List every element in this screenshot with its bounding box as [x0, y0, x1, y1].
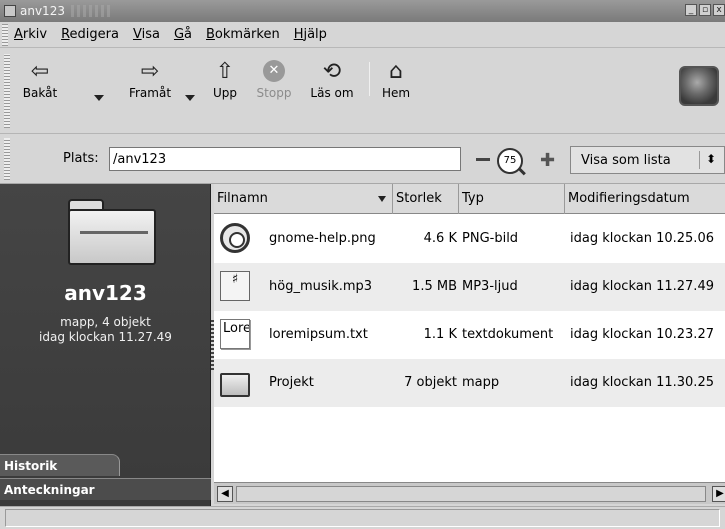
- select-arrows-icon: ⬍: [705, 152, 716, 166]
- up-button[interactable]: ⇧ Upp: [207, 56, 243, 101]
- back-arrow-icon: ⇦: [30, 58, 50, 84]
- file-name: gnome-help.png: [269, 231, 376, 246]
- forward-button[interactable]: ⇨ Framåt: [118, 56, 182, 101]
- file-modified: idag klockan 10.25.06: [570, 231, 714, 246]
- file-row[interactable]: Projekt 7 objekt mapp idag klockan 11.30…: [214, 359, 725, 407]
- file-modified: idag klockan 11.30.25: [570, 375, 714, 390]
- title-bar: anv123 _ ▫ x: [0, 0, 725, 22]
- file-size: 1.1 K: [423, 327, 457, 342]
- file-row[interactable]: gnome-help.png 4.6 K PNG-bild idag klock…: [214, 215, 725, 263]
- menubar-grip[interactable]: [2, 24, 8, 46]
- file-list: Filnamn Storlek Typ Modifieringsdatum gn…: [214, 184, 725, 482]
- tab-anteckningar[interactable]: Anteckningar: [0, 478, 211, 500]
- column-name-label: Filnamn: [217, 191, 268, 206]
- sort-descending-icon: [378, 196, 386, 202]
- tab-historik[interactable]: Historik: [0, 454, 120, 476]
- view-mode-separator: [699, 151, 700, 169]
- maximize-button[interactable]: ▫: [699, 4, 711, 16]
- up-label: Upp: [212, 86, 238, 100]
- column-header-size[interactable]: Storlek: [393, 184, 459, 214]
- window-controls: _ ▫ x: [685, 4, 725, 16]
- scroll-left-icon[interactable]: ◀: [217, 486, 233, 502]
- column-header-type[interactable]: Typ: [459, 184, 565, 214]
- side-pane-info-type: mapp, 4 objekt: [60, 315, 151, 329]
- folder-large-icon: [68, 199, 156, 265]
- column-header-row: Filnamn Storlek Typ Modifieringsdatum: [214, 184, 725, 214]
- magnifier-handle-icon: [518, 167, 526, 176]
- file-type: mapp: [462, 375, 500, 390]
- menu-visa[interactable]: Visa: [133, 27, 160, 42]
- reload-button[interactable]: ⟲ Läs om: [306, 56, 358, 101]
- scrollbar-thumb[interactable]: [236, 486, 706, 502]
- file-row[interactable]: Lore loremipsum.txt 1.1 K textdokument i…: [214, 311, 725, 359]
- menu-hjalp[interactable]: Hjälp: [294, 27, 327, 42]
- stop-icon: ✕: [263, 56, 285, 86]
- back-button[interactable]: ⇦ Bakåt: [12, 56, 68, 101]
- location-label: Plats:: [63, 151, 99, 166]
- up-arrow-icon: ⇧: [215, 58, 235, 84]
- view-mode-label: Visa som lista: [581, 152, 671, 168]
- toolbar: ⇦ Bakåt ⇨ Framåt ⇧ Upp ✕ Stopp ⟲ Läs om …: [0, 48, 725, 134]
- location-bar: Plats: 75 ✚ Visa som lista ⬍: [0, 134, 725, 184]
- side-pane-info-date: idag klockan 11.27.49: [39, 330, 172, 344]
- home-label: Hem: [381, 86, 411, 100]
- file-size: 7 objekt: [404, 375, 457, 390]
- file-size: 1.5 MB: [412, 279, 457, 294]
- status-field: [5, 509, 720, 527]
- activity-throbber-icon: [679, 66, 719, 106]
- minimize-button[interactable]: _: [685, 4, 697, 16]
- side-pane-folder-name: anv123: [64, 281, 147, 305]
- location-input[interactable]: [109, 147, 461, 171]
- file-modified: idag klockan 10.23.27: [570, 327, 714, 342]
- reload-label: Läs om: [310, 86, 354, 100]
- side-pane: anv123 mapp, 4 objekt idag klockan 11.27…: [0, 184, 211, 506]
- locationbar-grip[interactable]: [4, 138, 10, 180]
- zoom-in-icon[interactable]: ✚: [540, 150, 555, 171]
- file-name: Projekt: [269, 375, 314, 390]
- file-size: 4.6 K: [423, 231, 457, 246]
- menu-redigera[interactable]: Redigera: [61, 27, 119, 42]
- file-type: MP3-ljud: [462, 279, 518, 294]
- folder-icon: [220, 373, 250, 397]
- zoom-out-icon[interactable]: [476, 158, 490, 161]
- forward-arrow-icon: ⇨: [140, 58, 160, 84]
- forward-history-dropdown[interactable]: [185, 95, 195, 101]
- home-button[interactable]: ⌂ Hem: [376, 56, 416, 101]
- text-file-icon: Lore: [220, 319, 250, 349]
- window-menu-icon[interactable]: [4, 5, 16, 17]
- back-history-dropdown[interactable]: [94, 95, 104, 101]
- column-header-name[interactable]: Filnamn: [214, 184, 393, 214]
- menu-bar: Arkiv Redigera Visa Gå Bokmärken Hjälp: [0, 22, 725, 48]
- toolbar-separator: [369, 62, 370, 96]
- file-modified: idag klockan 11.27.49: [570, 279, 714, 294]
- scroll-right-icon[interactable]: ▶: [712, 486, 725, 502]
- status-bar: [0, 506, 725, 529]
- home-icon: ⌂: [389, 58, 403, 84]
- horizontal-scrollbar[interactable]: ◀ ▶: [214, 482, 725, 504]
- menu-ga[interactable]: Gå: [174, 27, 192, 42]
- music-file-icon: ♯: [220, 271, 250, 301]
- file-name: loremipsum.txt: [269, 327, 368, 342]
- title-decoration: [70, 5, 111, 17]
- menu-arkiv[interactable]: Arkiv: [14, 27, 47, 42]
- window-title: anv123: [20, 4, 65, 18]
- stop-label: Stopp: [256, 86, 292, 100]
- file-type: textdokument: [462, 327, 554, 342]
- menu-bokmarken[interactable]: Bokmärken: [206, 27, 280, 42]
- file-row[interactable]: ♯ hög_musik.mp3 1.5 MB MP3-ljud idag klo…: [214, 263, 725, 311]
- back-label: Bakåt: [22, 86, 58, 100]
- stop-button[interactable]: ✕ Stopp: [250, 56, 298, 100]
- close-button[interactable]: x: [713, 4, 725, 16]
- reload-icon: ⟲: [322, 58, 342, 84]
- forward-label: Framåt: [128, 86, 172, 100]
- toolbar-grip[interactable]: [4, 54, 10, 128]
- column-header-modified[interactable]: Modifieringsdatum: [565, 184, 725, 214]
- file-type: PNG-bild: [462, 231, 519, 246]
- help-icon: [220, 223, 250, 253]
- view-mode-select[interactable]: Visa som lista ⬍: [570, 146, 725, 174]
- file-name: hög_musik.mp3: [269, 279, 373, 294]
